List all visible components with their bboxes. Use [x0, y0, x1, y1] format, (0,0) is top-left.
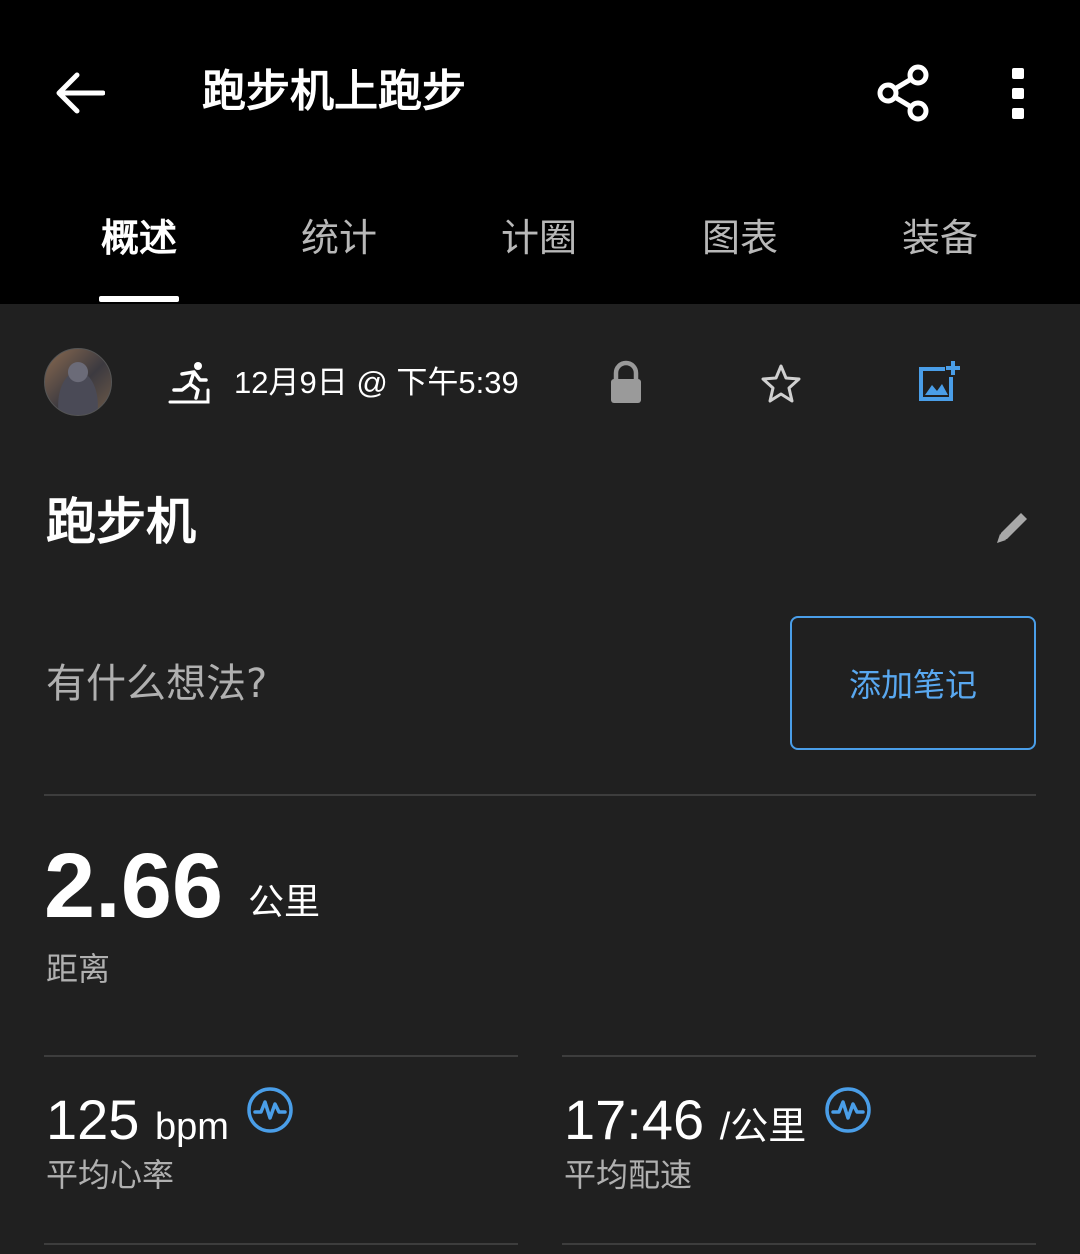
edit-name-button[interactable] — [988, 502, 1038, 552]
avg-pace-unit: /公里 — [719, 1106, 807, 1148]
tab-overview[interactable]: 概述 — [39, 190, 239, 304]
distance-label: 距离 — [46, 950, 111, 988]
back-button[interactable] — [44, 58, 114, 128]
activity-name: 跑步机 — [46, 493, 196, 551]
avg-pace-label: 平均配速 — [564, 1156, 693, 1194]
share-button[interactable] — [868, 56, 938, 130]
stat-divider-left — [44, 1055, 518, 1057]
heart-rate-icon[interactable] — [824, 1086, 872, 1134]
tab-laps[interactable]: 计圈 — [439, 190, 639, 304]
star-outline-icon — [761, 364, 801, 403]
add-photo-icon — [919, 361, 960, 401]
section-divider — [44, 794, 1036, 796]
tab-stats[interactable]: 统计 — [239, 190, 439, 304]
tab-bar: 概述 统计 计圈 图表 装备 — [0, 190, 1080, 304]
tab-gear[interactable]: 装备 — [840, 190, 1040, 304]
lock-icon[interactable] — [606, 360, 646, 404]
avg-heart-rate-number: 125 — [46, 1088, 140, 1151]
avatar[interactable] — [44, 348, 112, 416]
pencil-icon — [997, 513, 1027, 543]
activity-meta-row: 12月9日 @ 下午5:39 — [0, 340, 1080, 426]
add-photo-button[interactable] — [912, 356, 964, 408]
more-vertical-icon — [1012, 68, 1024, 119]
avg-heart-rate-value: 125 bpm — [46, 1088, 229, 1159]
avg-pace-value: 17:46 /公里 — [564, 1088, 806, 1159]
treadmill-run-icon — [168, 362, 210, 404]
more-options-button[interactable] — [990, 56, 1046, 130]
stat-divider-left-bottom — [44, 1243, 518, 1245]
notes-prompt: 有什么想法? — [46, 661, 268, 707]
distance-unit: 公里 — [248, 882, 321, 923]
avg-pace-number: 17:46 — [564, 1088, 705, 1151]
heart-rate-icon[interactable] — [246, 1086, 294, 1134]
activity-datetime: 12月9日 @ 下午5:39 — [234, 365, 519, 400]
tab-charts[interactable]: 图表 — [640, 190, 840, 304]
distance-value: 2.66 — [44, 835, 224, 937]
arrow-left-icon — [56, 72, 105, 114]
add-note-button[interactable]: 添加笔记 — [790, 616, 1036, 750]
app-bar: 跑步机上跑步 概述 统计 计圈 图表 装备 — [0, 0, 1080, 304]
avg-heart-rate-label: 平均心率 — [46, 1156, 175, 1194]
share-icon — [877, 64, 929, 122]
stat-divider-right-bottom — [562, 1243, 1036, 1245]
stat-divider-right — [562, 1055, 1036, 1057]
avg-heart-rate-unit: bpm — [155, 1106, 229, 1148]
favorite-button[interactable] — [756, 358, 806, 408]
page-title: 跑步机上跑步 — [202, 66, 466, 117]
active-tab-indicator — [99, 296, 179, 302]
